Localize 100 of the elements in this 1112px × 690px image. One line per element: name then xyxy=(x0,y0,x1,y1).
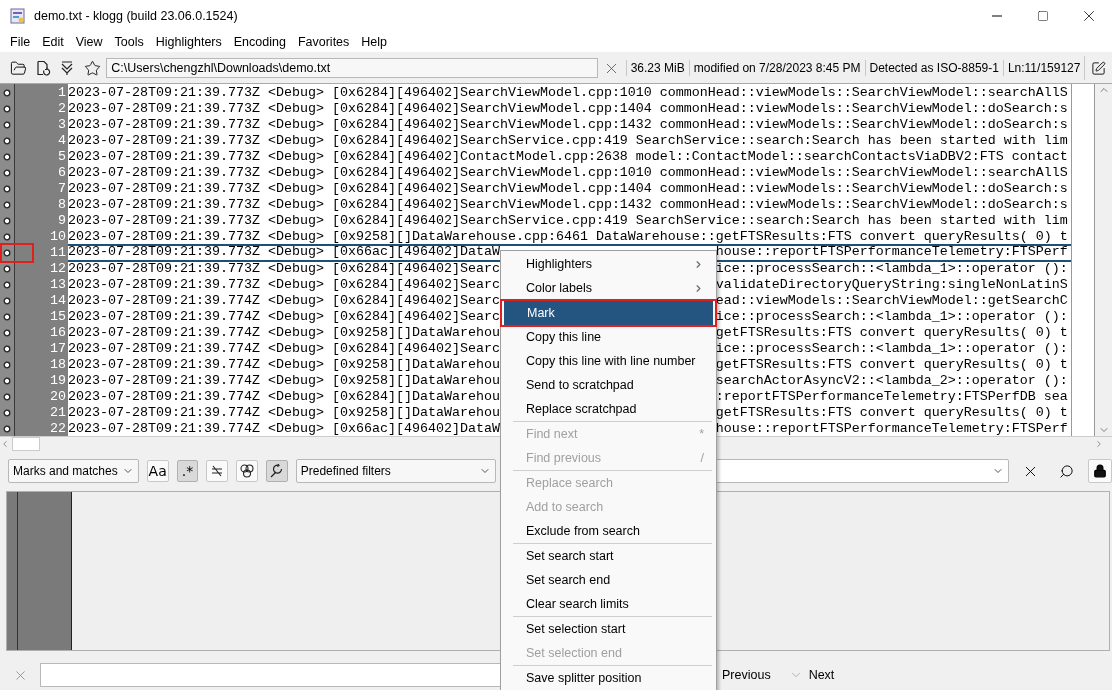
search-refresh-icon xyxy=(268,463,285,479)
line-bullet-icon xyxy=(3,89,11,97)
window-title: demo.txt - klogg (build 23.06.0.1524) xyxy=(34,9,239,23)
line-bullet-icon xyxy=(3,121,11,129)
menu-item[interactable]: View xyxy=(69,32,109,52)
view-mode-dropdown[interactable]: Marks and matches xyxy=(8,459,139,483)
next-button[interactable]: Next xyxy=(782,668,841,682)
shortcut-key: * xyxy=(699,427,704,441)
log-text: getFTSResults:FTS convert queryResults( 0) t xyxy=(715,407,1068,419)
line-bullet-icon xyxy=(3,169,11,177)
open-folder-icon[interactable] xyxy=(9,59,27,77)
previous-button[interactable]: Previous xyxy=(716,668,777,682)
log-text: 2023-07-28T09:21:39.773Z <Debug> [0x6284][496402]SearchService.cpp:419 SearchService::search:Search has been started with lim xyxy=(68,135,1068,147)
line-bullet-icon xyxy=(3,217,11,225)
log-text: 2023-07-28T09:21:39.773Z <Debug> [0x6284][496402]SearchViewModel.cpp:1404 commonHead::viewModels::SearchViewModel::doSearch:s xyxy=(68,183,1068,195)
log-text: 2023-07-28T09:21:39.773Z <Debug> [0x6284][496402]ContactModel.cpp:2638 model::ContactModel::searchContactsViaDBV2:FTS contact xyxy=(68,151,1068,163)
line-number: 10 xyxy=(49,229,66,245)
line-number: 9 xyxy=(57,213,66,229)
scroll-right-icon xyxy=(1094,439,1104,449)
menu-item[interactable]: Save splitter position xyxy=(503,666,714,690)
log-text: 2023-07-28T09:21:39.774Z <Debug> [0x6284][496402]Searc xyxy=(68,311,500,323)
menu-item[interactable]: Set search end xyxy=(503,568,714,592)
toggle-button[interactable] xyxy=(206,460,229,482)
menu-item[interactable]: Mark xyxy=(504,301,713,325)
line-number: 17 xyxy=(49,341,66,357)
log-text: getFTSResults:FTS convert queryResults( 0) t xyxy=(715,327,1068,339)
line-bullet-icon xyxy=(3,329,11,337)
menu-item[interactable]: Tools xyxy=(108,32,150,52)
menu-item[interactable]: Set search start xyxy=(503,544,714,568)
line-number: 5 xyxy=(57,149,66,165)
menu-item[interactable]: Copy this line with line number xyxy=(503,349,714,373)
log-text: 2023-07-28T09:21:39.774Z <Debug> [0x9258][]DataWarehou xyxy=(68,407,500,419)
line-number: 4 xyxy=(57,133,66,149)
menu-item[interactable]: Edit xyxy=(36,32,70,52)
log-text: 2023-07-28T09:21:39.773Z <Debug> [0x6284][496402]Searc xyxy=(68,263,500,275)
log-text: 2023-07-28T09:21:39.774Z <Debug> [0x6284][496402]Searc xyxy=(68,343,500,355)
log-text: ice::processSearch::<lambda_1>::operator (): xyxy=(715,311,1068,323)
lock-button[interactable] xyxy=(1088,459,1112,483)
line-bullet-icon xyxy=(3,105,11,113)
menu-item[interactable]: Copy this line xyxy=(503,325,714,349)
log-text: house::reportFTSPerformanceTelemetry:FTSPerf xyxy=(715,423,1068,435)
menu-item[interactable]: Color labels xyxy=(503,276,714,300)
line-number: 22 xyxy=(49,421,66,437)
log-text: ice::processSearch::<lambda_1>::operator (): xyxy=(715,343,1068,355)
toggle-button[interactable] xyxy=(265,460,288,482)
line-number: 11 xyxy=(49,245,66,261)
menu-item[interactable]: Clear search limits xyxy=(503,592,714,616)
line-bullet-icon xyxy=(3,425,11,433)
log-text: 2023-07-28T09:21:39.774Z <Debug> [0x9258][]DataWarehou xyxy=(68,359,500,371)
log-text: 2023-07-28T09:21:39.773Z <Debug> [0x6284][496402]SearchViewModel.cpp:1432 commonHead::viewModels::SearchViewModel::doSearch:s xyxy=(68,199,1068,211)
maximize-icon xyxy=(1037,10,1049,22)
log-text: 2023-07-28T09:21:39.774Z <Debug> [0x6284][496402]Searc xyxy=(68,295,500,307)
encoding-status: Detected as ISO-8859-1 xyxy=(864,60,1003,76)
line-bullet-icon xyxy=(3,409,11,417)
star-icon[interactable] xyxy=(83,59,101,77)
menu-item[interactable]: Set selection start xyxy=(503,617,714,641)
log-text: 2023-07-28T09:21:39.773Z <Debug> [0x6284][496402]SearchViewModel.cpp:1404 commonHead::viewModels::SearchViewModel::doSearch:s xyxy=(68,103,1068,115)
line-bullet-icon xyxy=(3,201,11,209)
menu-item[interactable]: Highlighters xyxy=(503,252,714,276)
line-number: 1 xyxy=(57,85,66,101)
menu-item[interactable]: File xyxy=(4,32,37,52)
menu-item[interactable]: Highlighters xyxy=(149,32,228,52)
line-bullet-icon xyxy=(3,345,11,353)
log-text: :reportFTSPerformanceTelemetry:FTSPerfDB sea xyxy=(715,391,1068,403)
app-icon xyxy=(10,8,26,24)
line-number: 20 xyxy=(49,389,66,405)
line-bullet-icon xyxy=(3,265,11,273)
log-text: 2023-07-28T09:21:39.774Z <Debug> [0x6284][]DataWarehou xyxy=(68,391,500,403)
log-text: 2023-07-28T09:21:39.773Z <Debug> [0x9258][]DataWarehouse.cpp:6461 DataWarehouse::getFTSResults:FTS convert queryResults( 0) t xyxy=(68,231,1068,243)
toggle-button[interactable]: .* xyxy=(176,460,199,482)
menu-item[interactable]: Replace scratchpad xyxy=(503,397,714,421)
line-bullet-icon xyxy=(3,249,11,257)
line-bullet-icon xyxy=(3,233,11,241)
menu-item[interactable]: Encoding xyxy=(227,32,292,52)
line-bullet-icon xyxy=(3,281,11,289)
log-text: house::reportFTSPerformanceTelemetry:FTSPerf xyxy=(715,246,1068,260)
line-bullet-icon xyxy=(3,137,11,145)
menu-item[interactable]: Send to scratchpad xyxy=(503,373,714,397)
menu-item[interactable]: Exclude from search xyxy=(503,519,714,543)
line-number: 21 xyxy=(49,405,66,421)
line-number: 19 xyxy=(49,373,66,389)
log-text: 2023-07-28T09:21:39.773Z <Debug> [0x6284][496402]SearchService.cpp:419 SearchService::search:Search has been started with lim xyxy=(68,215,1068,227)
log-text: getFTSResults:FTS convert queryResults( 0) t xyxy=(715,359,1068,371)
scrollbar-thumb[interactable] xyxy=(12,437,40,451)
toggle-button[interactable]: Aa xyxy=(146,460,169,482)
line-number: 15 xyxy=(49,309,66,325)
inverse-match-icon xyxy=(210,464,225,478)
toggle-button[interactable] xyxy=(236,460,258,482)
menu-item[interactable]: Help xyxy=(355,32,394,52)
log-text: validateDirectoryQueryString:singleNonLatinS xyxy=(715,279,1068,291)
reload-file-icon[interactable] xyxy=(34,60,51,76)
line-number: 12 xyxy=(49,261,66,277)
line-bullet-icon xyxy=(3,153,11,161)
minimize-icon xyxy=(992,15,1002,17)
line-bullet-icon xyxy=(3,313,11,321)
predefined-filters-dropdown[interactable]: Predefined filters xyxy=(295,459,496,483)
file-path-field[interactable]: C:\Users\chengzhl\Downloads\demo.txt xyxy=(106,58,599,78)
line-bullet-icon xyxy=(3,185,11,193)
file-size: 36.23 MiB xyxy=(625,60,689,76)
menu-item[interactable]: Favorites xyxy=(291,32,356,52)
